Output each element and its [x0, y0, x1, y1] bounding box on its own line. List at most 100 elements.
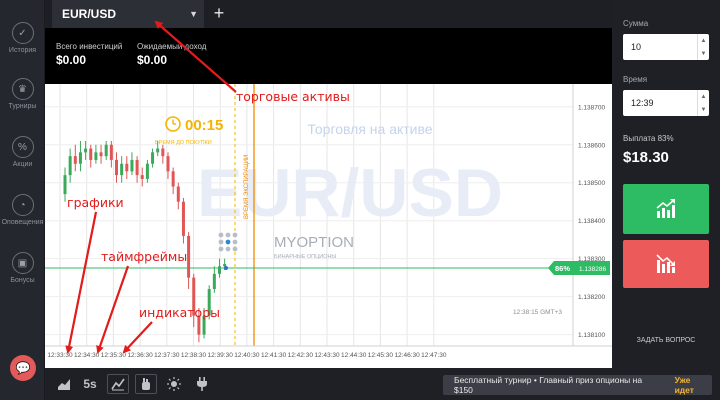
timer-value: 00:15	[185, 117, 223, 134]
payout-badge: 86%	[555, 264, 570, 273]
candle-body	[212, 273, 216, 290]
purchase-timer: 00:15 ВРЕМЯ ДО ПОКУПКИ	[155, 116, 223, 146]
indicators-button[interactable]	[107, 374, 129, 394]
x-tick-label: 12:45:30	[368, 352, 394, 359]
timer-caption: ВРЕМЯ ДО ПОКУПКИ	[155, 140, 212, 146]
x-tick-label: 12:47:30	[421, 352, 447, 359]
time-stepper[interactable]: ▲ ▼	[697, 90, 709, 116]
chart-canvas: Торговля на активе EUR/USD 00:15 ВРЕМЯ Д…	[45, 84, 612, 359]
broker-logo: MYOPTION БИНАРНЫЕ ОПЦИОНЫ	[218, 232, 354, 260]
x-tick-label: 12:40:30	[234, 352, 260, 359]
candle-body	[171, 171, 175, 187]
sidebar-item-alerts[interactable]: ◔ Оповещения	[0, 186, 45, 234]
annotation-charts: графики	[67, 195, 124, 210]
area-chart-icon	[58, 379, 70, 390]
left-sidebar: ✓ История ♛ Турниры % Акции ◔ Оповещения…	[0, 0, 45, 400]
price-chart[interactable]: Торговля на активе EUR/USD 00:15 ВРЕМЯ Д…	[45, 84, 612, 368]
y-tick-label: 1.138400	[578, 218, 605, 225]
broker-name: MYOPTION	[274, 234, 354, 251]
amount-input[interactable]: 10 ▲ ▼	[623, 34, 709, 60]
chevron-down-icon[interactable]: ▼	[189, 9, 198, 19]
candle-body	[120, 163, 124, 176]
candle-body	[151, 152, 155, 164]
candle-body	[94, 152, 98, 160]
x-tick-label: 12:38:30	[181, 352, 207, 359]
chat-icon[interactable]: 💬	[10, 355, 36, 381]
time-axis-ticks: 12:33:30 12:34:30 12:35:30 12:36:30 12:37:30…	[47, 352, 446, 359]
expiry-caption: ВРЕМЯ ЭКСПИРАЦИИ	[244, 155, 250, 219]
candle-body	[140, 175, 144, 179]
broker-tagline: БИНАРНЫЕ ОПЦИОНЫ	[274, 254, 336, 260]
candle-body	[223, 263, 227, 267]
candle-body	[130, 159, 134, 172]
candle-body	[176, 186, 180, 202]
sidebar-item-label: Турниры	[8, 103, 37, 110]
x-tick-label: 12:39:30	[208, 352, 234, 359]
current-price-value: 1.138286	[579, 266, 606, 273]
x-tick-label: 12:46:30	[394, 352, 420, 359]
stepper-down-icon[interactable]: ▼	[701, 107, 707, 113]
ask-question-button[interactable]: ЗАДАТЬ ВОПРОС	[612, 337, 720, 344]
stepper-down-icon[interactable]: ▼	[701, 51, 707, 57]
trend-up-icon	[656, 199, 675, 218]
sidebar-item-promotions[interactable]: % Акции	[0, 128, 45, 176]
candle-body	[187, 235, 191, 278]
amount-stepper[interactable]: ▲ ▼	[697, 34, 709, 60]
put-down-button[interactable]	[623, 240, 709, 288]
sidebar-item-bonuses[interactable]: ▣ Бонусы	[0, 244, 45, 292]
sidebar-item-label: Акции	[12, 161, 33, 168]
broker-logo-mark	[218, 232, 238, 252]
expected-income-label: Ожидаемый доход	[137, 42, 207, 51]
current-price-badge: 86% 1.138286	[548, 261, 610, 275]
expected-income-value: $0.00	[137, 53, 168, 67]
drawing-tools-button[interactable]	[135, 374, 157, 394]
timeframe-button[interactable]: 5s	[79, 374, 101, 394]
current-price-marker	[224, 266, 228, 270]
asset-tab-eurusd[interactable]: EUR/USD ▼	[52, 0, 204, 28]
connection-button[interactable]	[191, 374, 213, 394]
alarm-icon: ◔	[11, 194, 34, 216]
x-tick-label: 12:34:30	[74, 352, 100, 359]
expected-income: Ожидаемый доход $0.00	[137, 42, 206, 67]
call-up-button[interactable]	[623, 184, 709, 234]
x-tick-label: 12:37:30	[154, 352, 180, 359]
plug-icon	[197, 377, 207, 391]
sidebar-item-tournaments[interactable]: ♛ Турниры	[0, 70, 45, 118]
candle-body	[181, 201, 185, 236]
tournament-status[interactable]: Уже идет	[675, 375, 712, 395]
x-tick-label: 12:44:30	[341, 352, 367, 359]
candle-body	[125, 163, 129, 172]
candle-body	[218, 266, 221, 274]
add-tab-button[interactable]: +	[209, 3, 229, 23]
tournament-banner[interactable]: Бесплатный турнир • Главный приз опционы…	[443, 375, 712, 395]
trading-app: ✓ История ♛ Турниры % Акции ◔ Оповещения…	[0, 0, 720, 400]
order-panel: Сумма 10 ▲ ▼ Время 12:39 ▲ ▼ Выплата 83%…	[612, 0, 720, 368]
trophy-icon: ♛	[11, 78, 34, 100]
x-tick-label: 12:36:30	[127, 352, 153, 359]
y-tick-label: 1.138600	[578, 142, 605, 149]
payout-value: $18.30	[623, 149, 669, 166]
stepper-up-icon[interactable]: ▲	[701, 94, 707, 100]
payout-label: Выплата 83%	[623, 134, 674, 143]
indicators-icon	[111, 378, 125, 391]
x-tick-label: 12:42:30	[288, 352, 314, 359]
theme-toggle-button[interactable]	[163, 374, 185, 394]
chart-type-button[interactable]	[53, 374, 75, 394]
clock-readout: 12:38:15 GMT+3	[513, 309, 562, 316]
stepper-up-icon[interactable]: ▲	[701, 38, 707, 44]
asset-tab-label: EUR/USD	[62, 7, 117, 21]
time-input[interactable]: 12:39 ▲ ▼	[623, 90, 709, 116]
sidebar-item-history[interactable]: ✓ История	[0, 14, 45, 62]
annotation-indicators: индикаторы	[139, 305, 221, 320]
candle-body	[104, 144, 108, 157]
candle-body	[115, 159, 118, 176]
time-value: 12:39	[631, 98, 654, 108]
candle-body	[84, 148, 88, 153]
total-investment: Всего инвестиций $0.00	[56, 42, 122, 67]
y-tick-label: 1.138100	[578, 332, 605, 339]
x-tick-label: 12:35:30	[101, 352, 127, 359]
chart-toolbar: 5s Бесплатный турнир • Главный приз опци…	[45, 368, 720, 400]
total-investment-label: Всего инвестиций	[56, 42, 123, 51]
investment-summary: Всего инвестиций $0.00 Ожидаемый доход $…	[45, 28, 612, 84]
candle-body	[135, 159, 139, 176]
